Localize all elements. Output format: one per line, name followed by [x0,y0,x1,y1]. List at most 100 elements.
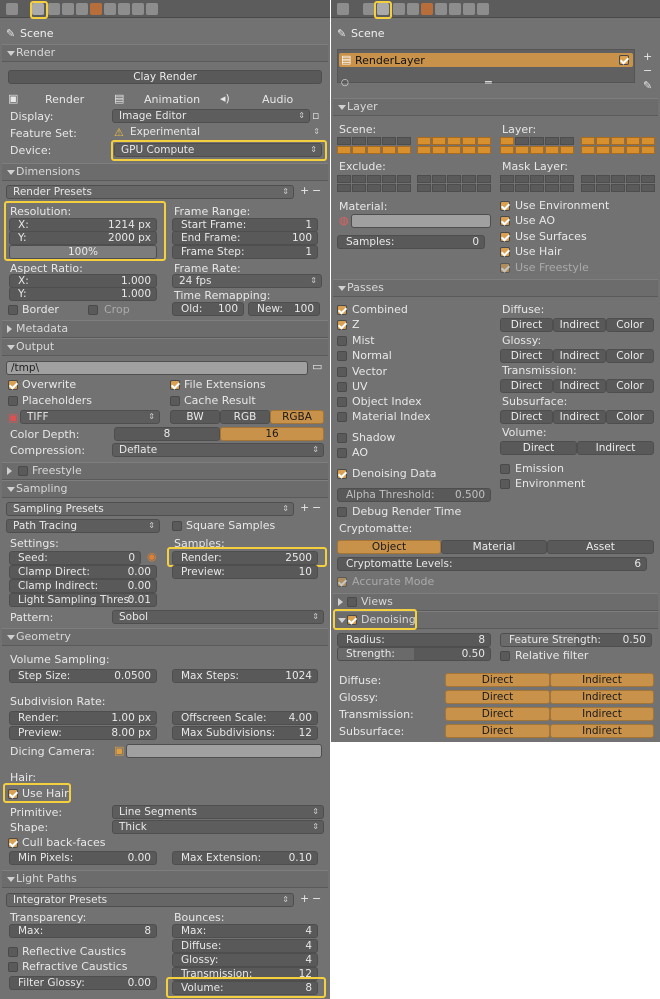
ao-checkbox[interactable] [337,448,347,458]
scene-tab-icon[interactable] [393,3,405,15]
output-section-header[interactable]: Output [2,338,328,356]
frame-rate-select[interactable]: 24 fps [172,274,322,288]
shape-select[interactable]: Thick [112,820,324,834]
texture-tab-icon[interactable] [132,3,144,15]
pin-icon[interactable]: ✎ [337,27,346,40]
object-index-checkbox[interactable] [337,397,347,407]
material-index-checkbox[interactable] [337,412,347,422]
use-surfaces-checkbox[interactable] [500,232,510,242]
remove-sampling-preset-icon[interactable]: − [312,501,321,514]
texture-tab-icon[interactable] [463,3,475,15]
render-tab-icon[interactable] [363,3,375,15]
depth-16-button[interactable]: 16 [220,427,324,441]
use-freestyle-checkbox[interactable] [500,263,510,273]
denoise-transmission-direct-button[interactable]: Direct [445,707,550,721]
uv-checkbox[interactable] [337,382,347,392]
square-samples-checkbox[interactable] [172,521,182,531]
max-subdivisions-field[interactable]: Max Subdivisions: 12 [172,726,318,740]
max-steps-field[interactable]: Max Steps: 1024 [172,669,318,683]
min-pixels-field[interactable]: Min Pixels: 0.00 [9,851,157,865]
file-extensions-checkbox[interactable] [170,380,180,390]
display-select[interactable]: Image Editor [112,109,310,123]
add-integrator-preset-icon[interactable]: + [300,892,309,905]
diffuse-bounces-field[interactable]: Diffuse: 4 [172,939,318,953]
pattern-select[interactable]: Sobol [112,610,324,624]
pin-icon[interactable]: ✎ [6,27,15,40]
rgba-button[interactable]: RGBA [270,410,324,424]
layer-section-header[interactable]: Layer [333,98,658,116]
seed-field[interactable]: Seed: 0 [9,551,141,565]
modifiers-tab-icon[interactable] [118,3,130,15]
layer-grid-b[interactable] [581,137,655,154]
exclude-grid-a[interactable] [337,175,411,192]
mask-grid-b[interactable] [581,175,655,192]
freestyle-section-header[interactable]: Freestyle [2,462,328,480]
passes-section-header[interactable]: Passes [333,279,658,297]
render-tab-icon[interactable] [32,3,44,15]
glossy-bounces-field[interactable]: Glossy: 4 [172,953,318,967]
resolution-x-field[interactable]: X: 1214 px [9,218,157,232]
diffuse-color-button[interactable]: Color [606,318,654,332]
volume-indirect-button[interactable]: Indirect [577,441,654,455]
denoise-transmission-indirect-button[interactable]: Indirect [550,707,654,721]
mask-grid-a[interactable] [500,175,574,192]
relative-filter-checkbox[interactable] [500,651,510,661]
integrator-select[interactable]: Path Tracing [6,519,160,533]
bw-button[interactable]: BW [170,410,220,424]
preview-samples-field[interactable]: Preview: 10 [172,565,318,579]
world-tab-icon[interactable] [76,3,88,15]
accurate-mode-checkbox[interactable] [337,577,347,587]
metadata-section-header[interactable]: Metadata [2,320,328,338]
denoise-subsurface-direct-button[interactable]: Direct [445,724,550,738]
scene-tab-icon[interactable] [62,3,74,15]
aspect-x-field[interactable]: X: 1.000 [9,274,157,288]
constraints-tab-icon[interactable] [435,3,447,15]
view-icon[interactable] [337,3,349,15]
device-select[interactable]: GPU Compute [114,143,322,157]
subsurface-direct-button[interactable]: Direct [500,410,553,424]
audio-button[interactable]: Audio [262,93,293,106]
filter-glossy-field[interactable]: Filter Glossy: 0.00 [9,976,157,990]
denoise-subsurface-indirect-button[interactable]: Indirect [550,724,654,738]
primitive-select[interactable]: Line Segments [112,805,324,819]
mist-checkbox[interactable] [337,336,347,346]
frame-step-field[interactable]: Frame Step: 1 [172,245,318,259]
layer-grid-a[interactable] [500,137,574,154]
placeholders-checkbox[interactable] [8,396,18,406]
diffuse-indirect-button[interactable]: Indirect [553,318,606,332]
render-presets-select[interactable]: Render Presets [6,185,294,199]
vector-checkbox[interactable] [337,367,347,377]
volume-bounces-field[interactable]: Volume: 8 [172,981,318,995]
transparency-max-field[interactable]: Max: 8 [9,924,157,938]
layer-samples-field[interactable]: Samples: 0 [337,235,485,249]
animation-button[interactable]: Animation [144,93,200,106]
render-layer-enabled-checkbox[interactable] [619,55,629,65]
z-checkbox[interactable] [337,320,347,330]
cull-backfaces-checkbox[interactable] [8,838,18,848]
feature-strength-field[interactable]: Feature Strength: 0.50 [500,633,652,647]
filter-icon[interactable]: ○ [341,78,349,88]
subsurface-indirect-button[interactable]: Indirect [553,410,606,424]
subdiv-preview-field[interactable]: Preview: 8.00 px [9,726,157,740]
modifiers-tab-icon[interactable] [449,3,461,15]
clamp-direct-field[interactable]: Clamp Direct: 0.00 [9,565,157,579]
normal-checkbox[interactable] [337,351,347,361]
resolution-percent-field[interactable]: 100% [9,245,157,259]
border-checkbox[interactable] [8,305,18,315]
shadow-checkbox[interactable] [337,433,347,443]
volume-direct-button[interactable]: Direct [500,441,577,455]
world-tab-icon[interactable] [407,3,419,15]
object-tab-icon[interactable] [421,3,433,15]
aspect-y-field[interactable]: Y: 1.000 [9,287,157,301]
cache-result-checkbox[interactable] [170,396,180,406]
glossy-direct-button[interactable]: Direct [500,349,553,363]
depth-8-button[interactable]: 8 [114,427,220,441]
denoising-checkbox[interactable] [347,615,357,625]
object-tab-icon[interactable] [90,3,102,15]
overwrite-checkbox[interactable] [8,380,18,390]
physics-tab-icon[interactable] [146,3,158,15]
combined-checkbox[interactable] [337,305,347,315]
sampling-presets-select[interactable]: Sampling Presets [6,502,294,516]
resolution-y-field[interactable]: Y: 2000 px [9,231,157,245]
exclude-grid-b[interactable] [417,175,491,192]
